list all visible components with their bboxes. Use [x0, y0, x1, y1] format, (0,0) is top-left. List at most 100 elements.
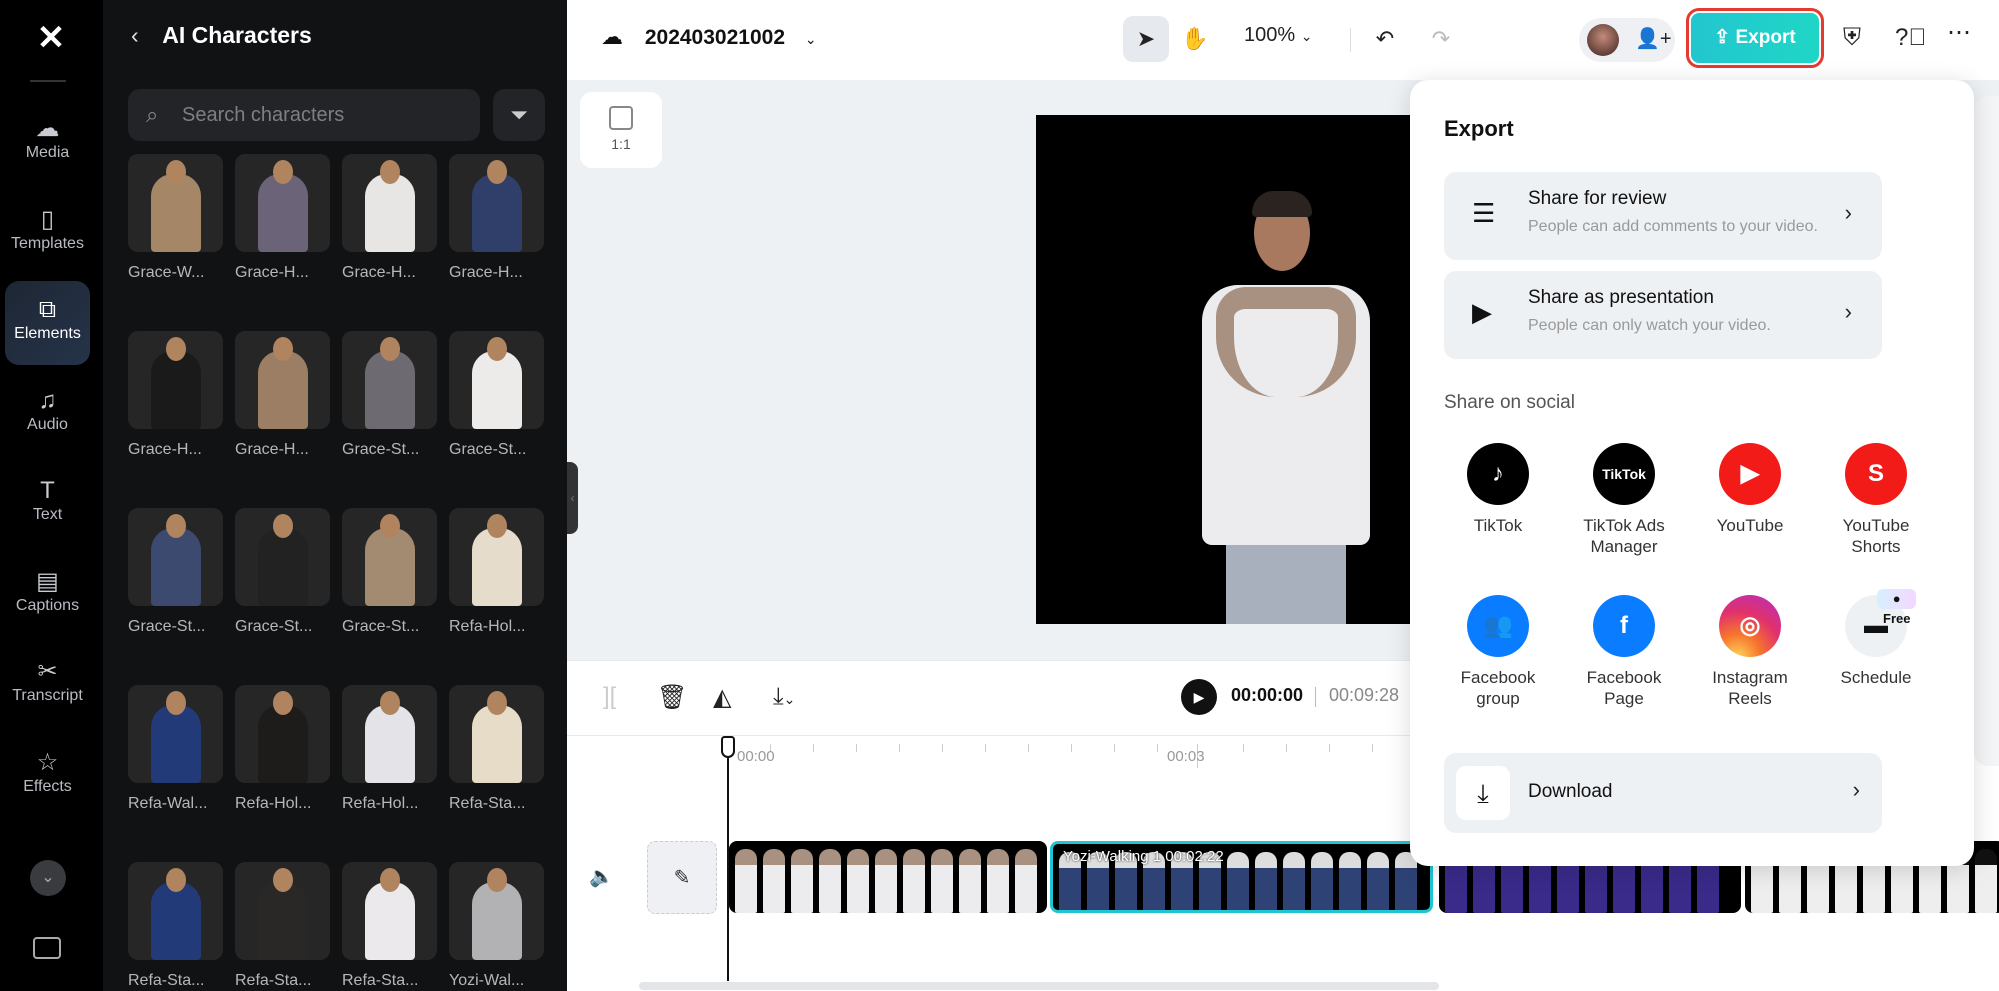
character-figure — [257, 351, 308, 429]
character-card[interactable]: Grace-W... — [128, 154, 223, 282]
mirror-icon[interactable]: ◭ — [713, 683, 731, 712]
icon-glyph: ▶ — [1740, 460, 1760, 487]
zoom-level-dropdown[interactable]: 100% ⌄ — [1244, 24, 1312, 47]
share-as-presentation-option[interactable]: ▶ Share as presentation People can only wa… — [1444, 271, 1882, 359]
character-card[interactable]: Refa-Wal... — [128, 685, 223, 813]
nav-item-elements[interactable]: ⧉ Elements — [5, 281, 90, 365]
nav-item-audio[interactable]: ♫ Audio — [5, 372, 90, 456]
character-head — [165, 514, 186, 538]
character-card[interactable]: Refa-Hol... — [449, 508, 544, 636]
playhead-handle[interactable] — [721, 736, 735, 758]
character-card[interactable]: Refa-Hol... — [235, 685, 330, 813]
character-card[interactable]: Refa-Sta... — [235, 862, 330, 990]
character-card[interactable]: Refa-Sta... — [342, 862, 437, 990]
split-icon[interactable]: ][ — [603, 683, 616, 711]
nav-item-effects[interactable]: ☆ Effects — [5, 734, 90, 818]
share-youtube[interactable]: ▶ YouTube — [1690, 443, 1810, 536]
character-card[interactable]: Grace-St... — [235, 508, 330, 636]
clip-frame — [959, 849, 981, 913]
download-dropdown-icon[interactable]: ⤓⌄ — [773, 683, 795, 711]
tiktok-icon: ♪ — [1467, 443, 1529, 505]
panel-header: ‹ AI Characters — [131, 22, 312, 49]
character-card[interactable]: Grace-St... — [342, 508, 437, 636]
character-card[interactable]: Grace-H... — [449, 154, 544, 282]
mute-track-icon[interactable]: 🔈 — [589, 864, 614, 889]
character-thumbnail — [342, 862, 437, 960]
nav-item-label: Elements — [14, 325, 81, 342]
comment-icon: ☰ — [1472, 198, 1496, 228]
timeline-clip[interactable] — [729, 841, 1047, 913]
play-button[interactable]: ▶ — [1181, 679, 1217, 715]
shield-check-icon[interactable]: ⛨ — [1843, 24, 1861, 52]
character-head — [272, 691, 293, 715]
back-chevron-icon[interactable]: ‹ — [131, 22, 139, 48]
nav-item-label: Captions — [15, 596, 80, 614]
free-badge: ● Free — [1877, 589, 1917, 626]
delete-icon[interactable]: 🗑 — [657, 683, 687, 712]
social-label-line1: Schedule — [1840, 668, 1912, 687]
share-facebook-group[interactable]: 👥 Facebook group — [1438, 595, 1558, 709]
character-card[interactable]: Grace-St... — [128, 508, 223, 636]
export-button[interactable]: ⇪ Export — [1686, 8, 1824, 68]
character-thumbnail — [128, 154, 223, 252]
timeline-clip[interactable]: Yozi-Walking 1 00:02:22 — [1050, 841, 1433, 913]
filter-button[interactable]: ⏷ — [493, 89, 545, 141]
share-instagram[interactable]: ◎ Instagram Reels — [1690, 595, 1810, 709]
redo-button[interactable]: ↷ — [1423, 16, 1459, 62]
project-title-dropdown[interactable]: ☁ 202403021002 ⌄ — [601, 24, 817, 50]
share-calendar[interactable]: ▬ ● Free Schedule — [1816, 589, 1936, 688]
timeline-scrollbar[interactable] — [639, 982, 1439, 990]
character-card[interactable]: Grace-H... — [342, 154, 437, 282]
nav-item-templates[interactable]: ▯ Templates — [5, 191, 90, 275]
download-button[interactable]: ⤓ Download › — [1444, 753, 1882, 833]
share-youtube-shorts[interactable]: S YouTube Shorts — [1816, 443, 1936, 557]
playhead[interactable] — [727, 736, 729, 981]
share-tiktok[interactable]: ♪ TikTok — [1438, 443, 1558, 536]
collapse-panel-handle[interactable]: ‹ — [567, 462, 578, 534]
hand-tool-button[interactable]: ✋ — [1175, 16, 1215, 62]
nav-item-label: Templates — [11, 234, 84, 252]
nav-item-transcript[interactable]: ✂ Transcript — [5, 643, 90, 727]
edit-cover-button[interactable]: ✎ — [647, 841, 717, 914]
search-characters-input[interactable]: ⌕ Search characters — [128, 89, 480, 141]
nav-item-captions[interactable]: ▤ Captions — [5, 553, 90, 637]
character-card[interactable]: Refa-Sta... — [449, 685, 544, 813]
character-figure — [364, 351, 415, 429]
share-facebook[interactable]: f Facebook Page — [1564, 595, 1684, 709]
video-preview[interactable] — [1036, 115, 1416, 624]
nav-item-media[interactable]: ☁ Media — [5, 100, 90, 184]
character-card[interactable]: Yozi-Wal... — [449, 862, 544, 990]
social-label-line2: group — [1476, 689, 1520, 708]
icon-glyph: 👥 — [1483, 612, 1513, 639]
upload-icon: ⇪ — [1714, 27, 1731, 48]
capcut-logo-icon[interactable]: ✕ — [28, 20, 74, 56]
more-options-icon[interactable]: ⋯ — [1947, 18, 1971, 47]
add-collaborator-icon[interactable]: 👤+ — [1635, 26, 1672, 51]
chevron-right-icon: › — [1844, 299, 1852, 324]
help-icon[interactable]: ?⃝ — [1895, 24, 1926, 52]
chevron-down-icon: ⌄ — [1300, 28, 1313, 44]
project-name: 202403021002 — [644, 26, 785, 49]
ruler-tick — [1028, 744, 1029, 752]
avatar[interactable] — [1587, 24, 1619, 56]
character-card[interactable]: Refa-Sta... — [128, 862, 223, 990]
share-for-review-option[interactable]: ☰ Share for review People can add comments… — [1444, 172, 1882, 260]
social-label-line1: Facebook — [1586, 668, 1662, 687]
select-tool-button[interactable]: ➤ — [1123, 16, 1169, 62]
character-card[interactable]: Grace-St... — [449, 331, 544, 459]
undo-button[interactable]: ↶ — [1367, 16, 1403, 62]
clip-frame — [875, 849, 897, 913]
option-subtitle: People can add comments to your video. — [1528, 218, 1818, 235]
character-card[interactable]: Grace-H... — [235, 331, 330, 459]
nav-more-button[interactable]: ⌄ — [30, 860, 66, 896]
aspect-ratio-button[interactable]: 1:1 — [580, 92, 662, 168]
ruler-label: 00:03 — [1167, 748, 1205, 765]
character-card[interactable]: Grace-H... — [235, 154, 330, 282]
keyboard-shortcuts-icon[interactable] — [33, 937, 61, 959]
share-tiktok-business[interactable]: TikTok TikTok Ads Manager — [1564, 443, 1684, 557]
character-card[interactable]: Grace-St... — [342, 331, 437, 459]
chevron-down-icon: ⌄ — [804, 31, 817, 47]
character-card[interactable]: Refa-Hol... — [342, 685, 437, 813]
character-card[interactable]: Grace-H... — [128, 331, 223, 459]
nav-item-text[interactable]: T Text — [5, 462, 90, 546]
